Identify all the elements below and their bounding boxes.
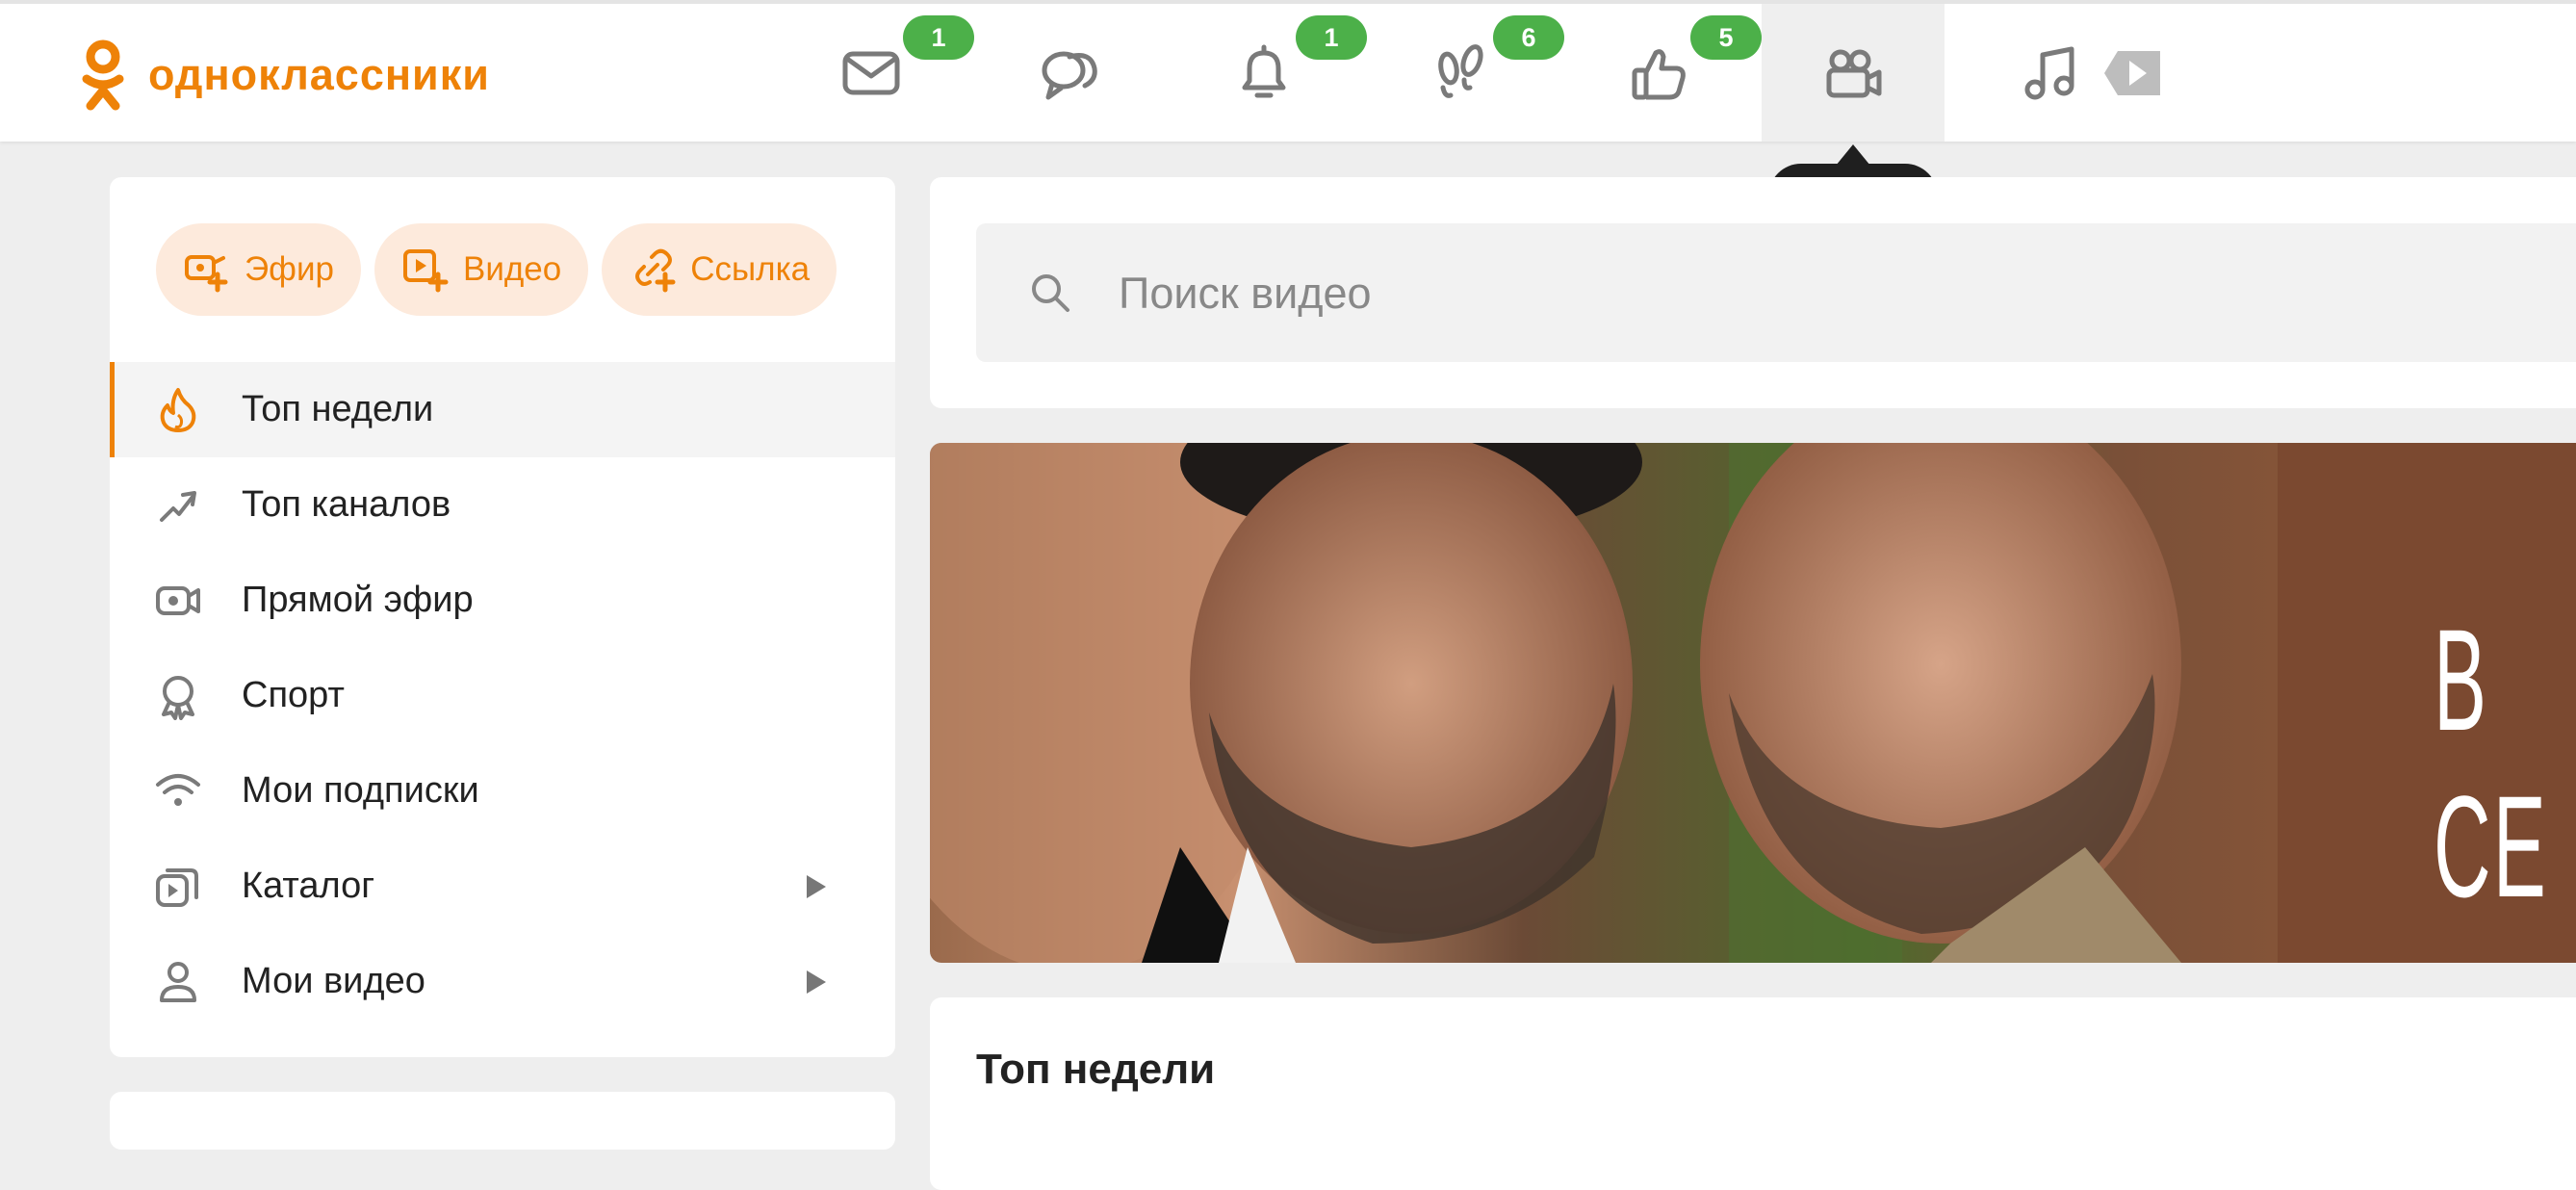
start-live-button[interactable]: Эфир [156,223,361,316]
sidebar-item-my-videos[interactable]: Мои видео [110,934,895,1029]
banner-image [930,443,2576,963]
sidebar-item-subscriptions[interactable]: Мои подписки [110,743,895,839]
thumbs-up-icon [1632,48,1686,99]
medal-icon [162,675,194,720]
chat-bubbles-icon [1042,51,1097,99]
user-icon [160,961,196,1002]
add-link-label: Ссылка [690,250,811,288]
live-camera-plus-icon [185,255,228,293]
logo-text: одноклассники [148,50,490,99]
sidebar-item-sport[interactable]: Спорт [110,648,895,743]
music-note-icon [2024,46,2074,99]
nav-guests[interactable]: 6 [1370,4,1564,142]
video-camera-icon [1826,49,1882,97]
search-box[interactable] [976,223,2576,364]
sidebar-item-label: Мои подписки [242,770,479,811]
play-tag-icon [2104,50,2160,95]
sidebar-menu: Топ недели Топ каналов Прямой эфир Спорт… [110,362,895,1029]
top-week-section: Топ недели [930,997,2576,1190]
envelope-icon [842,51,900,94]
sidebar-item-live[interactable]: Прямой эфир [110,553,895,648]
upload-video-button[interactable]: Видео [374,223,589,316]
search-input[interactable] [1117,223,2468,364]
video-plus-icon [402,249,449,293]
banner-title: В СЕ [2434,599,2549,927]
live-camera-icon [156,585,200,615]
top-navigation-bar: одноклассники 1 1 6 5 [0,0,2576,142]
chevron-right-icon[interactable] [807,970,826,994]
site-logo[interactable]: одноклассники [79,39,490,112]
nav-video[interactable] [1762,4,1945,142]
video-sidebar: Эфир Видео Ссылка Топ недели Топ каналов… [110,177,895,1057]
sidebar-item-top-week[interactable]: Топ недели [110,362,895,457]
bell-icon [1242,44,1286,97]
sidebar-item-label: Прямой эфир [242,580,474,620]
search-icon [1032,274,1069,312]
upload-video-label: Видео [462,250,562,288]
promo-banner[interactable]: В СЕ [930,443,2576,963]
action-buttons: Эфир Видео Ссылка [156,223,837,316]
notifications-badge: 1 [1296,15,1367,60]
fire-icon [160,387,196,432]
sidebar-item-label: Топ недели [242,389,434,429]
nav-discussions[interactable] [977,4,1160,142]
catalog-icon [156,867,198,907]
sidebar-item-label: Каталог [242,866,375,906]
chevron-right-icon[interactable] [807,874,826,898]
sidebar-item-label: Мои видео [242,961,425,1001]
sidebar-secondary-card [110,1092,895,1150]
events-badge: 5 [1690,15,1762,60]
start-live-label: Эфир [245,250,334,288]
add-link-button[interactable]: Ссылка [602,223,837,316]
link-plus-icon [635,248,676,293]
wifi-icon [156,773,200,806]
search-card [930,177,2576,408]
nav-more[interactable] [2074,4,2190,142]
footprints-icon [1438,43,1483,98]
messages-badge: 1 [903,15,974,60]
sidebar-item-label: Спорт [242,675,345,715]
sidebar-item-catalog[interactable]: Каталог [110,839,895,934]
trending-icon [160,490,196,522]
nav-events[interactable]: 5 [1567,4,1762,142]
nav-notifications[interactable]: 1 [1172,4,1367,142]
ok-logo-icon [82,39,124,111]
guests-badge: 6 [1493,15,1564,60]
section-title: Топ недели [976,1046,1216,1093]
sidebar-item-top-channels[interactable]: Топ каналов [110,457,895,553]
nav-messages[interactable]: 1 [780,4,974,142]
sidebar-item-label: Топ каналов [242,484,451,525]
